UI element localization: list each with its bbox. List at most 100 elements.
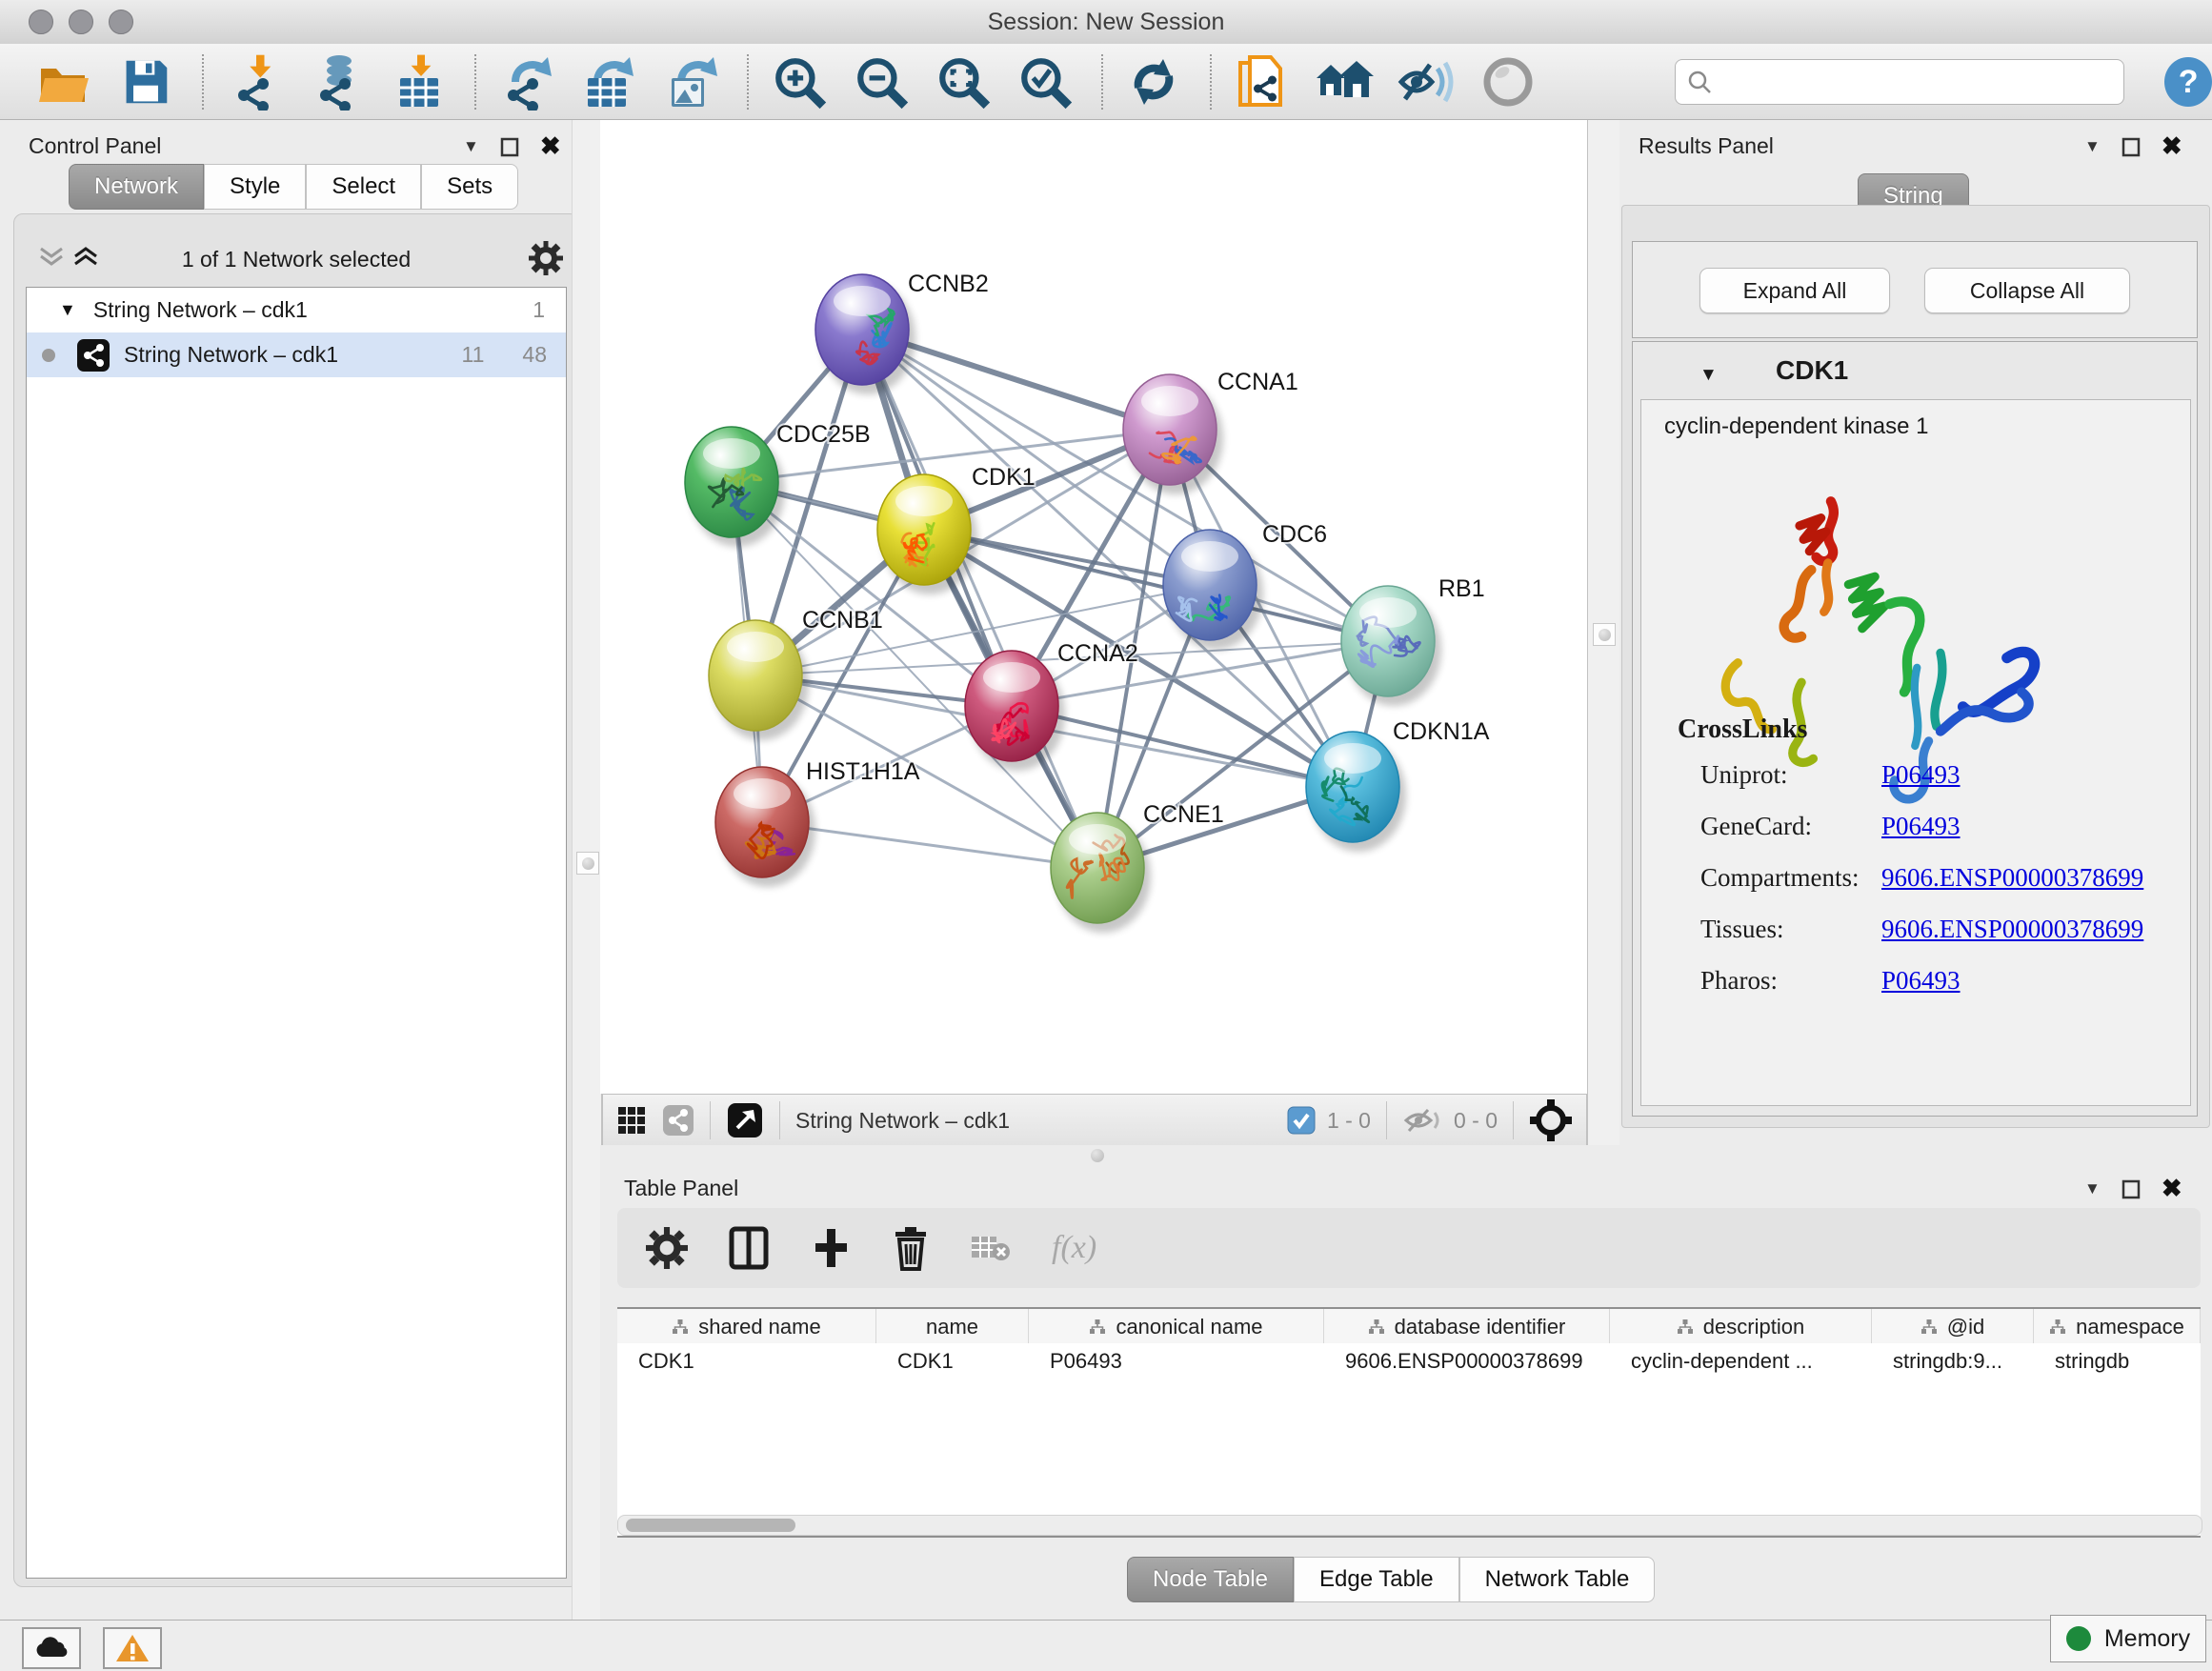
save-session-button[interactable] — [116, 52, 175, 111]
clone-network-button[interactable] — [1233, 52, 1292, 111]
memory-button[interactable]: Memory — [2050, 1615, 2206, 1662]
tab-sets[interactable]: Sets — [421, 164, 518, 210]
table-hscrollbar[interactable] — [617, 1515, 2202, 1536]
right-splitter[interactable] — [1587, 120, 1621, 1145]
tab-edge-table[interactable]: Edge Table — [1294, 1557, 1459, 1602]
birdseye-view-icon[interactable] — [1529, 1098, 1573, 1142]
string-badge-icon[interactable] — [662, 1104, 694, 1137]
close-panel-icon[interactable]: ✖ — [540, 131, 561, 161]
crosslink-value-link[interactable]: P06493 — [1881, 966, 1961, 996]
table-cell[interactable]: cyclin-dependent ... — [1610, 1343, 1872, 1379]
import-network-file-button[interactable] — [225, 52, 284, 111]
close-panel-icon[interactable]: ✖ — [2162, 1174, 2182, 1203]
expand-all-button[interactable]: Expand All — [1699, 268, 1890, 313]
table-cell[interactable]: P06493 — [1029, 1343, 1324, 1379]
open-session-button[interactable] — [34, 52, 93, 111]
export-table-button[interactable] — [579, 52, 638, 111]
float-panel-icon[interactable] — [2122, 136, 2141, 157]
column-header-shared-name[interactable]: shared name — [617, 1309, 876, 1345]
string-protein-query-button[interactable] — [1315, 52, 1374, 111]
right-splitter-handle[interactable] — [1593, 623, 1616, 646]
grid-mode-icon[interactable] — [616, 1105, 647, 1136]
node-ccnb2[interactable]: CCNB2 — [815, 271, 989, 394]
search-box[interactable] — [1675, 59, 2124, 105]
panel-menu-icon[interactable]: ▼ — [463, 137, 479, 156]
left-splitter[interactable] — [572, 120, 602, 1620]
node-cdc25b[interactable]: CDC25B — [685, 421, 871, 547]
network-options-gear-icon[interactable] — [529, 241, 563, 280]
crosslink-row: GeneCard:P06493 — [1700, 812, 2177, 841]
table-hscrollbar-thumb[interactable] — [626, 1519, 795, 1532]
show-hide-graphics-button[interactable] — [1397, 52, 1456, 111]
tab-network-table[interactable]: Network Table — [1459, 1557, 1656, 1602]
column-header-description[interactable]: description — [1610, 1309, 1872, 1345]
delete-column-button[interactable] — [892, 1225, 930, 1271]
inspector-sphere-button[interactable] — [1478, 52, 1538, 111]
horizontal-splitter[interactable] — [600, 1145, 2212, 1164]
zoom-in-button[interactable] — [770, 52, 829, 111]
horizontal-splitter-handle[interactable] — [1091, 1149, 1104, 1162]
collection-expand-icon[interactable]: ▼ — [59, 300, 76, 320]
panel-menu-icon[interactable]: ▼ — [2084, 1179, 2101, 1198]
edge-ccnb2-ccne1[interactable] — [862, 330, 1097, 868]
node-ccne1[interactable]: CCNE1 — [1051, 801, 1224, 933]
column-header--id[interactable]: @id — [1872, 1309, 2034, 1345]
search-input[interactable] — [1723, 69, 2123, 95]
column-header-database-identifier[interactable]: database identifier — [1324, 1309, 1610, 1345]
node-ccna1[interactable]: CCNA1 — [1123, 369, 1298, 494]
open-in-window-icon[interactable] — [726, 1101, 764, 1139]
float-panel-icon[interactable] — [500, 136, 519, 157]
zoom-fit-button[interactable] — [934, 52, 993, 111]
hidden-eye-icon[interactable] — [1402, 1105, 1444, 1136]
show-columns-button[interactable] — [728, 1225, 770, 1271]
selected-checkbox-icon[interactable] — [1287, 1106, 1316, 1135]
zoom-selected-button[interactable] — [1016, 52, 1075, 111]
collapse-all-button[interactable]: Collapse All — [1924, 268, 2130, 313]
panel-menu-icon[interactable]: ▼ — [2084, 137, 2101, 156]
node-cdc6[interactable]: CDC6 — [1163, 521, 1327, 650]
float-panel-icon[interactable] — [2122, 1178, 2141, 1199]
network-collection-row[interactable]: ▼ String Network – cdk1 1 — [27, 288, 566, 332]
network-row-selected[interactable]: String Network – cdk1 11 48 — [27, 332, 566, 377]
warning-button[interactable] — [103, 1627, 162, 1669]
crosslink-value-link[interactable]: P06493 — [1881, 812, 1961, 841]
apply-preferred-layout-button[interactable] — [1124, 52, 1183, 111]
column-header-name[interactable]: name — [876, 1309, 1029, 1345]
left-splitter-handle[interactable] — [576, 852, 599, 875]
column-header-label: canonical name — [1116, 1315, 1262, 1339]
toolbar-separator — [474, 54, 476, 110]
sphere-icon — [1483, 57, 1533, 107]
zoom-out-button[interactable] — [852, 52, 911, 111]
crosslink-value-link[interactable]: P06493 — [1881, 760, 1961, 790]
table-row[interactable]: CDK1CDK1P064939606.ENSP00000378699cyclin… — [617, 1343, 2201, 1379]
tab-style[interactable]: Style — [204, 164, 306, 210]
import-network-database-button[interactable] — [307, 52, 366, 111]
column-header-namespace[interactable]: namespace — [2034, 1309, 2201, 1345]
table-cell[interactable]: CDK1 — [617, 1343, 876, 1379]
table-settings-button[interactable] — [646, 1227, 688, 1269]
import-table-file-button[interactable] — [389, 52, 448, 111]
table-cell[interactable]: CDK1 — [876, 1343, 1029, 1379]
help-button[interactable]: ? — [2164, 57, 2212, 107]
table-cell[interactable]: 9606.ENSP00000378699 — [1324, 1343, 1610, 1379]
table-cell[interactable]: stringdb:9... — [1872, 1343, 2034, 1379]
crosslink-value-link[interactable]: 9606.ENSP00000378699 — [1881, 915, 2143, 944]
node-cdk1[interactable]: CDK1 — [877, 464, 1036, 594]
add-column-button[interactable] — [810, 1225, 852, 1271]
close-panel-icon[interactable]: ✖ — [2162, 131, 2182, 161]
node-rb1[interactable]: RB1 — [1341, 575, 1485, 706]
node-ccnb1[interactable]: CCNB1 — [709, 607, 883, 740]
cloud-button[interactable] — [22, 1627, 81, 1669]
tab-node-table[interactable]: Node Table — [1127, 1557, 1294, 1602]
network-view-canvas[interactable]: CCNB2CCNA1CDC25BCDK1CDC6RB1CCNB1CCNA2CDK… — [600, 120, 1587, 1094]
column-header-canonical-name[interactable]: canonical name — [1029, 1309, 1324, 1345]
tab-select[interactable]: Select — [306, 164, 421, 210]
node-hist1h1a[interactable]: HIST1H1A — [715, 758, 920, 887]
export-image-button[interactable] — [661, 52, 720, 111]
crosslink-value-link[interactable]: 9606.ENSP00000378699 — [1881, 863, 2143, 893]
node-cdkn1a[interactable]: CDKN1A — [1306, 718, 1490, 852]
export-network-button[interactable] — [497, 52, 556, 111]
gene-collapse-icon[interactable]: ▼ — [1699, 365, 1718, 386]
tab-network[interactable]: Network — [69, 164, 204, 210]
table-cell[interactable]: stringdb — [2034, 1343, 2201, 1379]
